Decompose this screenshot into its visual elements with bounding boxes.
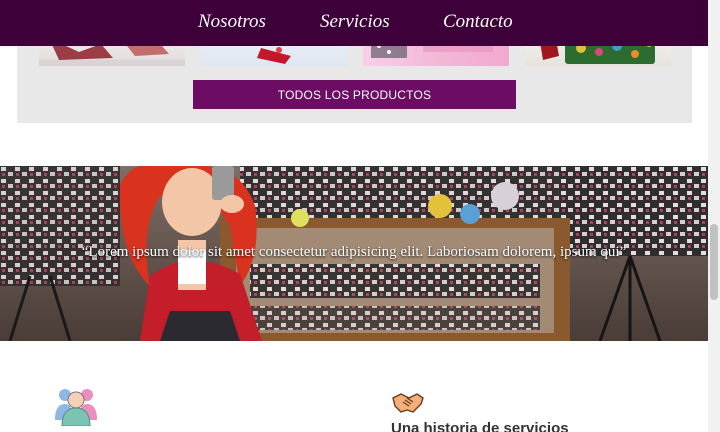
nav-link-contacto[interactable]: Contacto <box>443 11 513 33</box>
scrollbar-thumb[interactable] <box>710 224 718 300</box>
all-products-button[interactable]: TODOS LOS PRODUCTOS <box>193 80 516 109</box>
handshake-icon <box>391 390 425 421</box>
banner-quote: “Lorem ipsum dolor sit amet consectetur … <box>81 244 627 260</box>
top-navbar: Nosotros Servicios Contacto <box>0 0 708 46</box>
nav-link-servicios[interactable]: Servicios <box>320 11 390 33</box>
page: TODOS LOS PRODUCTOS Nosotros Servicios C… <box>0 0 708 432</box>
nav-link-nosotros[interactable]: Nosotros <box>198 11 266 33</box>
team-icon <box>53 386 99 431</box>
vertical-scrollbar[interactable] <box>708 0 720 432</box>
hero-banner: “Lorem ipsum dolor sit amet consectetur … <box>0 166 708 341</box>
feature-title-history: Una historia de servicios <box>391 420 569 432</box>
